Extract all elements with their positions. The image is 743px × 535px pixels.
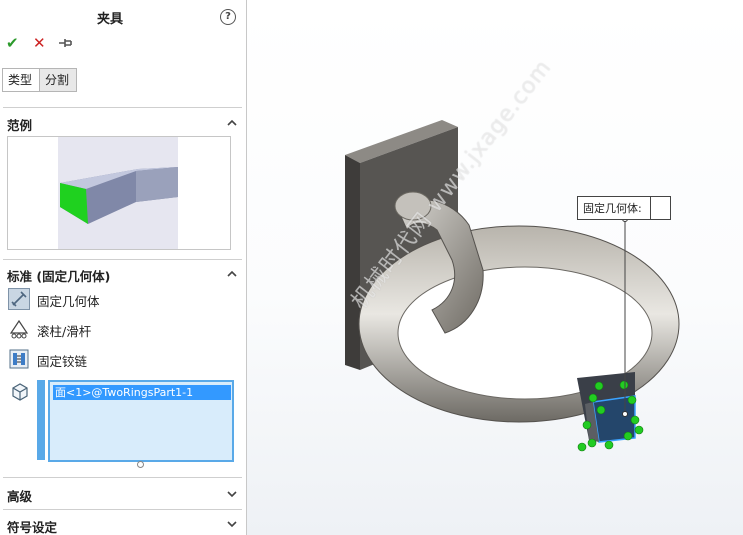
model-view[interactable]: [247, 0, 743, 535]
divider: [3, 509, 242, 510]
selection-list[interactable]: 面<1>@TwoRingsPart1-1: [48, 380, 234, 462]
callout-separator: [650, 197, 651, 219]
example-preview: [7, 136, 231, 250]
chevron-up-icon[interactable]: [226, 268, 238, 280]
divider: [3, 259, 242, 260]
selection-indicator: [37, 380, 45, 460]
section-symbol-title[interactable]: 符号设定: [7, 517, 57, 535]
option-label: 固定几何体: [37, 294, 100, 309]
chevron-up-icon[interactable]: [226, 117, 238, 129]
tab-split[interactable]: 分割: [39, 68, 77, 92]
fixed-geometry-icon: [8, 288, 30, 310]
pushpin-icon[interactable]: [58, 35, 74, 53]
cancel-icon[interactable]: ✕: [33, 34, 46, 52]
fixed-face[interactable]: [577, 372, 644, 452]
section-example-title: 范例: [7, 118, 33, 133]
roller-slider-icon: [9, 319, 29, 339]
chevron-down-icon[interactable]: [226, 518, 238, 530]
callout-label: 固定几何体:: [583, 202, 642, 215]
fixed-hinge-icon: [9, 349, 29, 369]
tab-type[interactable]: 类型: [2, 68, 40, 92]
chevron-down-icon[interactable]: [226, 488, 238, 500]
option-label: 固定铰链: [37, 354, 88, 369]
ok-icon[interactable]: ✔: [6, 34, 19, 52]
example-part-image: [58, 137, 178, 249]
divider: [3, 477, 242, 478]
divider: [3, 107, 242, 108]
resize-handle[interactable]: [137, 461, 144, 468]
face-selection-icon: [12, 383, 28, 401]
fixed-geometry-callout[interactable]: 固定几何体:: [577, 196, 671, 220]
section-standard-title: 标准 (固定几何体): [7, 269, 111, 284]
section-advanced-title[interactable]: 高级: [7, 486, 32, 505]
selection-item[interactable]: 面<1>@TwoRingsPart1-1: [53, 385, 231, 400]
graphics-viewport[interactable]: 固定几何体: 机械时代网 www.jxage.com: [247, 0, 743, 535]
panel-title: 夹具: [96, 12, 123, 27]
callout-target: [622, 411, 628, 417]
help-icon[interactable]: ?: [220, 9, 236, 25]
property-manager: 夹具 ? ✔ ✕ 类型 分割 范例 标准 (固定几何体) 固定几何体 滚柱/滑杆…: [0, 0, 247, 535]
option-label: 滚柱/滑杆: [37, 324, 92, 339]
